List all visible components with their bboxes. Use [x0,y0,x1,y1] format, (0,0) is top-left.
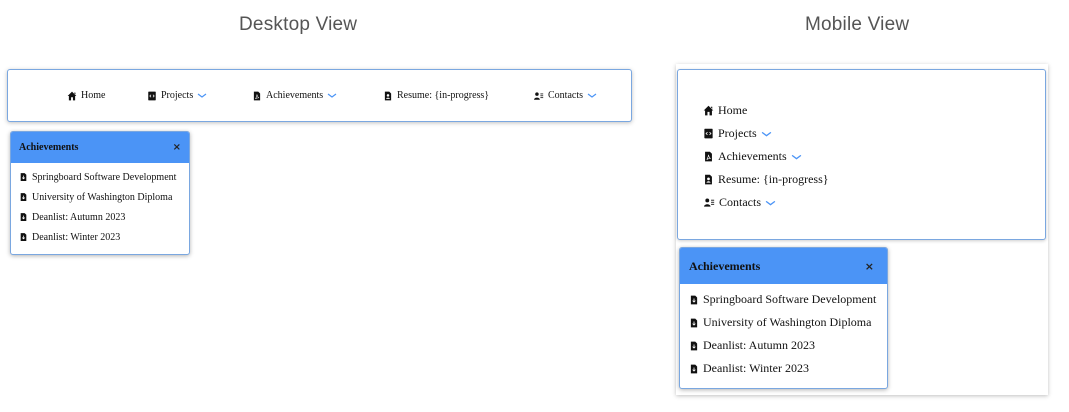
chevron-down-icon[interactable] [197,93,207,98]
nav-item-projects[interactable]: Projects [147,90,207,101]
mobile-view-caption: Mobile View [805,14,910,35]
list-item[interactable]: University of Washington Diploma [19,187,189,207]
chevron-down-icon[interactable] [587,93,597,98]
nav-item-label: Projects [718,126,757,140]
code-file-icon [147,91,157,101]
list-item[interactable]: University of Washington Diploma [689,311,887,334]
list-item-label: Deanlist: Autumn 2023 [703,338,815,352]
nav-item-label: Contacts [548,90,583,101]
nav-item-label: Achievements [718,149,787,163]
dropdown-header: Achievements × [680,248,887,284]
achievements-list: Springboard Software Development Univers… [680,284,887,380]
download-file-icon [689,294,699,306]
close-icon[interactable]: × [865,260,874,273]
nav-item-label: Projects [161,90,194,101]
list-item-label: Deanlist: Autumn 2023 [32,211,126,223]
download-file-icon [19,192,28,202]
resume-icon [703,174,714,185]
mobile-navbar: Home Projects Achievements Resume: {in-p… [677,69,1046,240]
nav-item-label: Home [718,103,748,117]
dropdown-header: Achievements × [11,132,189,163]
nav-item-achievements[interactable]: Achievements [252,90,337,101]
contacts-icon [703,197,715,208]
list-item-label: Springboard Software Development [32,171,177,183]
download-file-icon [19,172,28,182]
home-icon [703,105,714,116]
list-item[interactable]: Deanlist: Winter 2023 [689,357,887,380]
close-icon[interactable]: × [173,142,181,153]
dropdown-title: Achievements [19,142,79,153]
nav-item-projects[interactable]: Projects [703,122,829,145]
chevron-down-icon[interactable] [765,200,776,206]
nav-item-label: Achievements [266,90,324,101]
resume-icon [383,91,393,101]
list-item[interactable]: Deanlist: Autumn 2023 [19,207,189,227]
pdf-file-icon [252,91,262,101]
dropdown-title: Achievements [689,258,761,273]
nav-item-resume[interactable]: Resume: {in-progress} [703,168,829,191]
nav-item-resume[interactable]: Resume: {in-progress} [383,90,489,101]
code-file-icon [703,128,714,139]
home-icon [67,91,77,101]
nav-item-home[interactable]: Home [67,90,105,101]
achievements-dropdown-mobile: Achievements × Springboard Software Deve… [679,247,888,389]
list-item[interactable]: Deanlist: Winter 2023 [19,227,189,247]
nav-item-label: Resume: {in-progress} [718,172,829,186]
nav-item-contacts[interactable]: Contacts [703,191,829,214]
download-file-icon [689,363,699,375]
desktop-navbar: Home Projects Achievements Resume: {in-p… [7,69,632,122]
list-item[interactable]: Springboard Software Development [19,167,189,187]
pdf-file-icon [703,151,714,162]
nav-item-contacts[interactable]: Contacts [533,90,597,101]
chevron-down-icon[interactable] [761,131,772,137]
achievements-list: Springboard Software Development Univers… [11,163,189,247]
chevron-down-icon[interactable] [327,93,337,98]
nav-item-home[interactable]: Home [703,99,829,122]
list-item-label: Deanlist: Winter 2023 [703,361,809,375]
nav-item-label: Home [81,90,106,101]
list-item[interactable]: Deanlist: Autumn 2023 [689,334,887,357]
nav-item-label: Contacts [719,195,761,209]
chevron-down-icon[interactable] [791,154,802,160]
download-file-icon [19,212,28,222]
achievements-dropdown-desktop: Achievements × Springboard Software Deve… [10,131,190,255]
nav-item-label: Resume: {in-progress} [397,90,490,101]
contacts-icon [533,91,544,101]
list-item-label: University of Washington Diploma [703,315,872,329]
download-file-icon [689,340,699,352]
list-item-label: Springboard Software Development [703,292,877,306]
desktop-view-caption: Desktop View [239,14,358,35]
mobile-nav-list: Home Projects Achievements Resume: {in-p… [703,99,829,214]
nav-item-achievements[interactable]: Achievements [703,145,829,168]
download-file-icon [19,232,28,242]
list-item[interactable]: Springboard Software Development [689,288,887,311]
list-item-label: University of Washington Diploma [32,191,173,203]
download-file-icon [689,317,699,329]
list-item-label: Deanlist: Winter 2023 [32,231,121,243]
